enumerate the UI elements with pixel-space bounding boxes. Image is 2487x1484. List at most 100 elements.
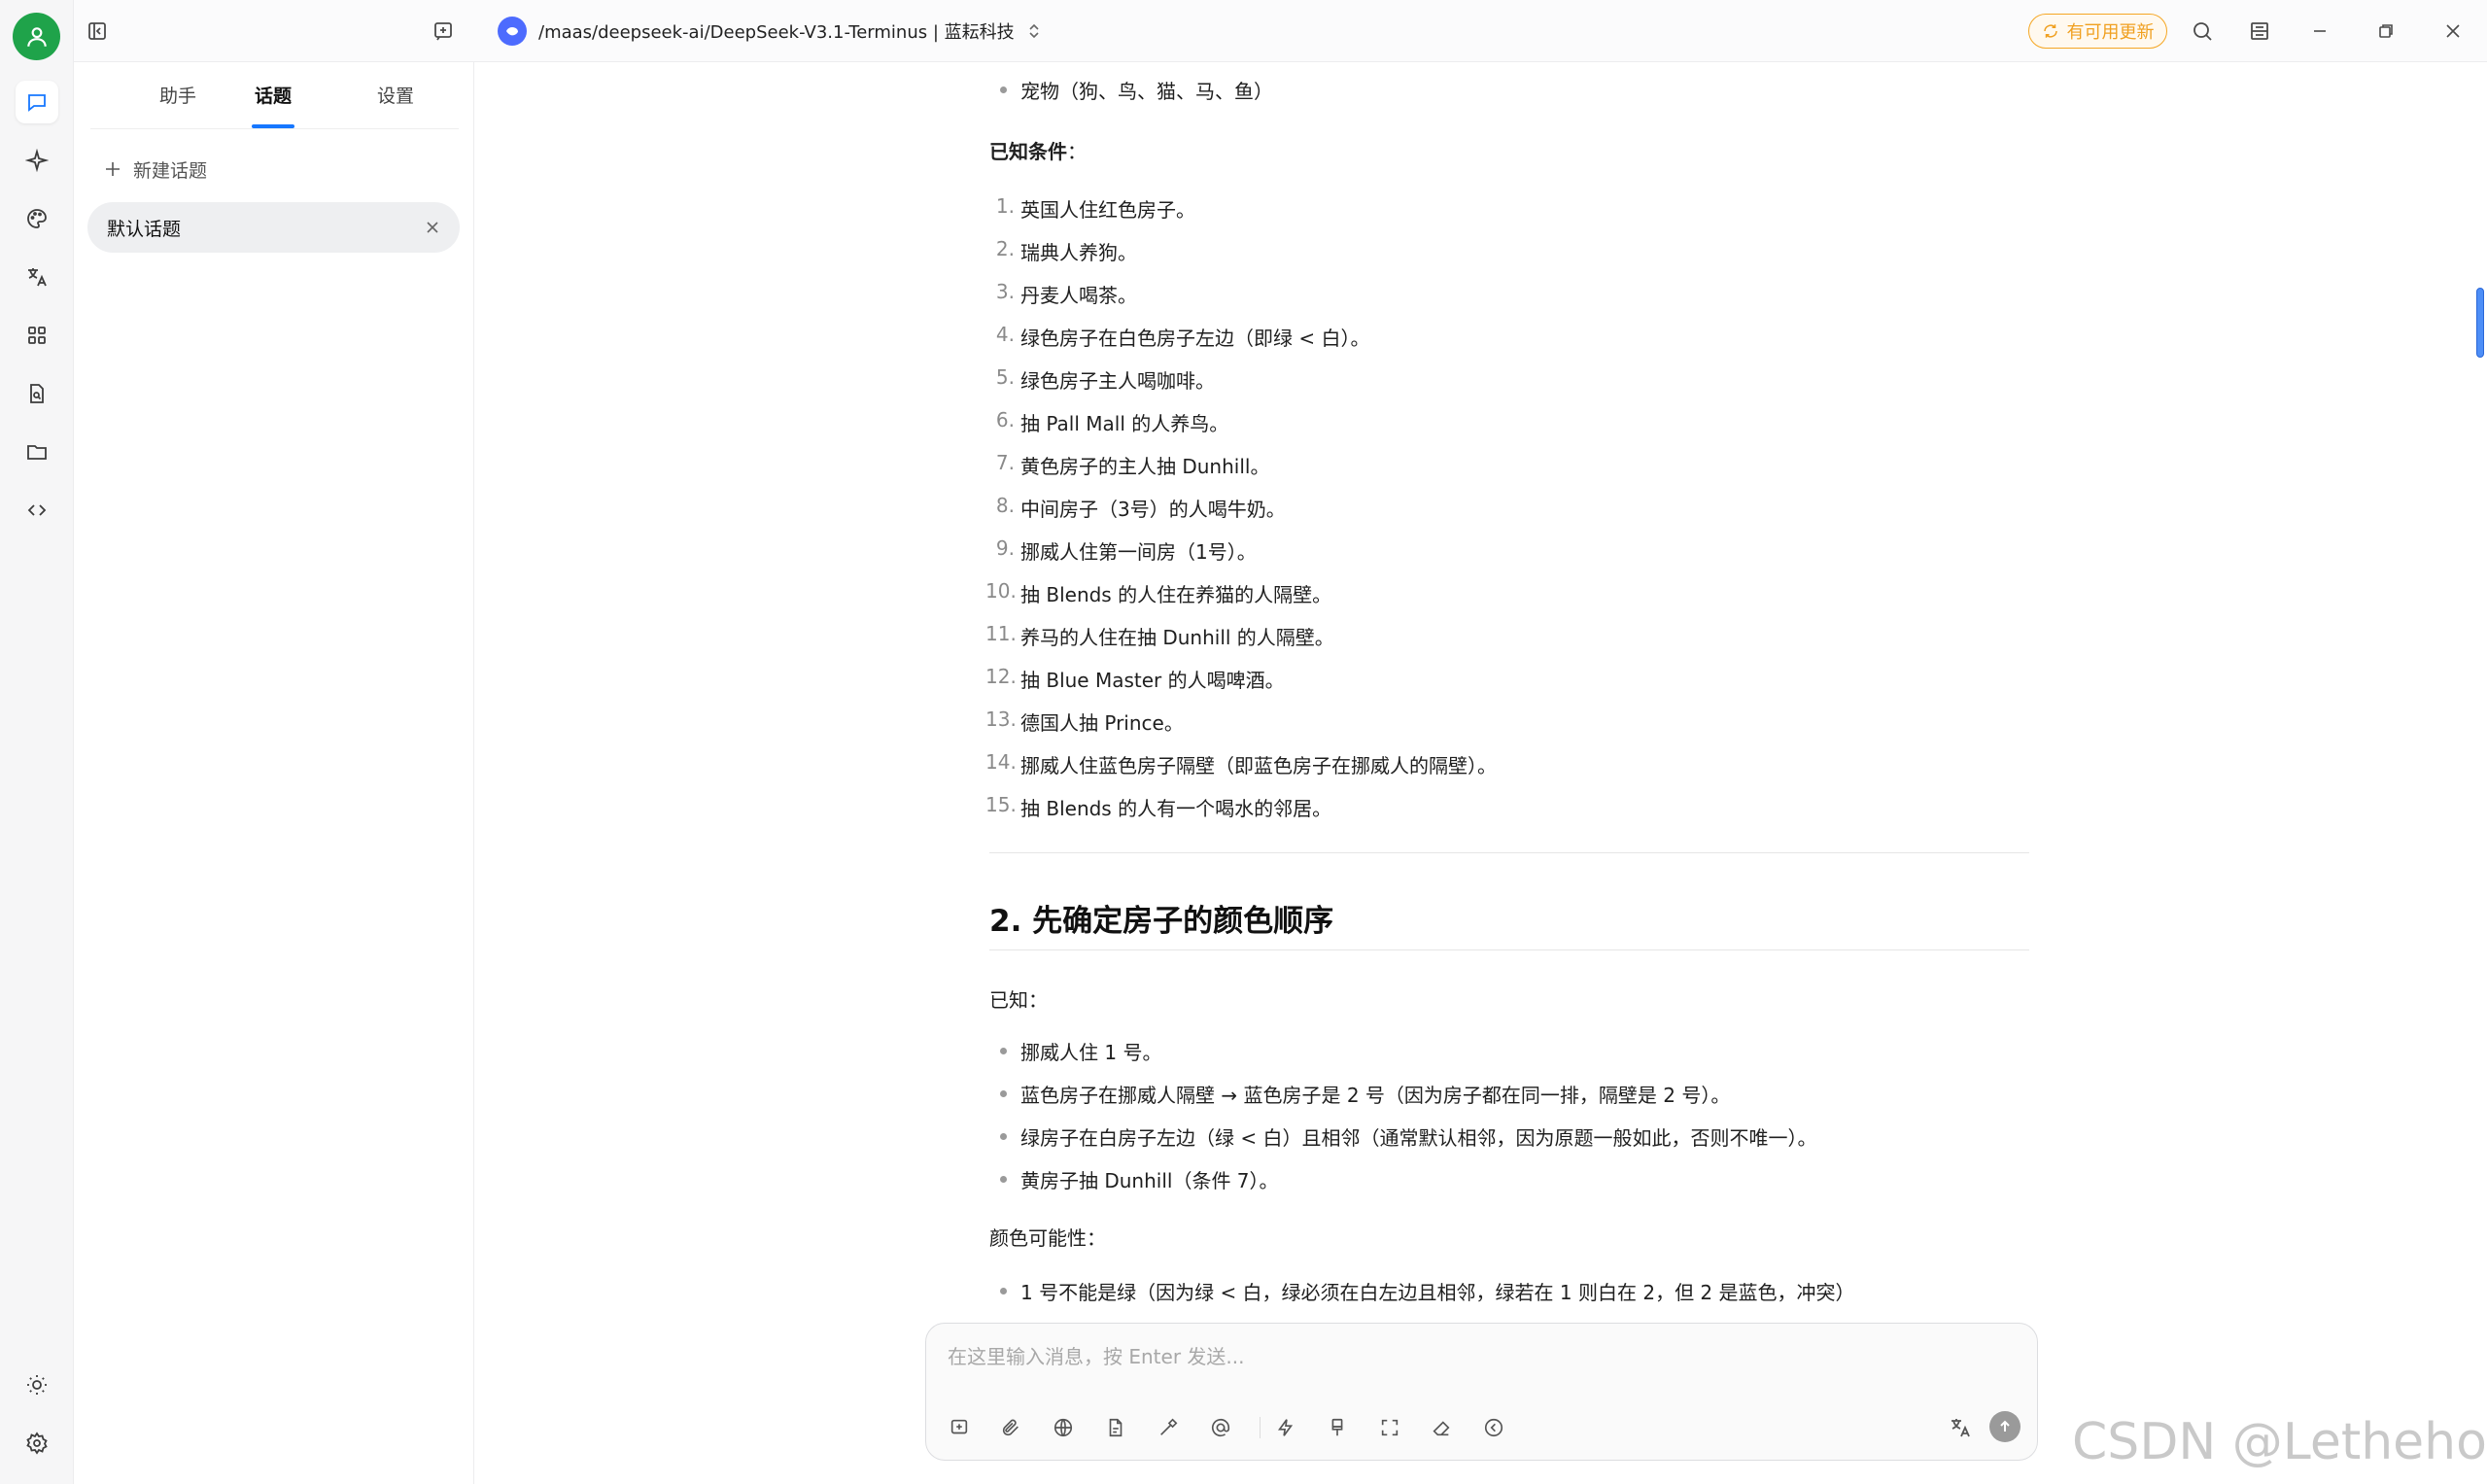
toolbar-separator (1260, 1417, 1261, 1438)
globe-icon[interactable] (1047, 1411, 1080, 1444)
section-heading: 2. 先确定房子的颜色顺序 (989, 904, 1334, 939)
sparkle-icon[interactable] (16, 139, 58, 182)
close-icon[interactable] (425, 220, 440, 235)
bullet-dot (1000, 1090, 1007, 1097)
refresh-icon (2043, 24, 2057, 38)
restore-icon[interactable] (2368, 14, 2403, 49)
chat-icon[interactable] (16, 81, 58, 123)
model-path: /maas/deepseek-ai/DeepSeek-V3.1-Terminus… (538, 22, 1015, 43)
bullet-dot (1000, 1176, 1007, 1183)
update-available-button[interactable]: 有可用更新 (2028, 14, 2167, 49)
list-item: 丹麦人喝茶。 (1020, 284, 1137, 307)
avatar[interactable] (13, 13, 60, 60)
translate-icon[interactable] (16, 256, 58, 298)
chevron-left-circle-icon[interactable] (1477, 1411, 1510, 1444)
attachment-icon[interactable] (994, 1411, 1027, 1444)
send-icon (2000, 1420, 2010, 1432)
close-icon[interactable] (2435, 14, 2470, 49)
list-item: 绿色房子主人喝咖啡。 (1020, 369, 1215, 393)
known-heading-text: 已知条件 (989, 140, 1067, 163)
message-input[interactable] (948, 1341, 2017, 1372)
list-item-number: 9. (995, 536, 1015, 560)
translate-icon[interactable] (1944, 1411, 1977, 1444)
list-item: 挪威人住 1 号。 (1020, 1041, 1162, 1064)
new-topic-label: 新建话题 (133, 159, 208, 182)
bullet-dot (1000, 1133, 1007, 1140)
palette-icon[interactable] (16, 197, 58, 240)
deepseek-logo-icon (498, 17, 527, 46)
model-selector[interactable]: /maas/deepseek-ai/DeepSeek-V3.1-Terminus… (498, 16, 1042, 47)
list-item-number: 15. (985, 793, 1017, 816)
tab-assistant[interactable]: 助手 (129, 82, 226, 108)
bullet-dot (1000, 1288, 1007, 1294)
heading-rule (989, 949, 2029, 950)
hammer-icon[interactable] (1152, 1411, 1185, 1444)
list-item: 抽 Pall Mall 的人养鸟。 (1020, 412, 1229, 435)
list-item: 黄房子抽 Dunhill（条件 7）。 (1020, 1169, 1279, 1192)
list-item: 挪威人住第一间房（1号）。 (1020, 540, 1257, 564)
folder-icon[interactable] (16, 431, 58, 473)
list-item-number: 13. (985, 707, 1017, 731)
list-item: 1 号不能是绿（因为绿 < 白，绿必须在白左边且相邻，绿若在 1 则白在 2，但… (1020, 1281, 1855, 1304)
file-search-icon[interactable] (16, 372, 58, 415)
brush-icon[interactable] (1321, 1411, 1354, 1444)
tab-topics[interactable]: 话题 (225, 82, 322, 108)
list-item: 抽 Blends 的人有一个喝水的邻居。 (1020, 797, 1332, 820)
tab-settings[interactable]: 设置 (347, 82, 444, 108)
send-button[interactable] (1989, 1411, 2021, 1442)
new-topic-button[interactable]: 新建话题 (104, 150, 207, 189)
list-item-number: 7. (995, 451, 1015, 474)
list-item-number: 5. (995, 365, 1015, 389)
search-icon[interactable] (2185, 14, 2220, 49)
fullscreen-icon[interactable] (1373, 1411, 1406, 1444)
list-item: 黄色房子的主人抽 Dunhill。 (1020, 455, 1270, 478)
message-content: 宠物（狗、鸟、猫、马、鱼） 已知条件： 2. 先确定房子的颜色顺序 已知： 颜色… (985, 0, 2029, 1322)
list-item: 中间房子（3号）的人喝牛奶。 (1020, 498, 1286, 521)
scrollbar-thumb[interactable] (2476, 288, 2484, 358)
list-item: 绿色房子在白色房子左边（即绿 < 白）。 (1020, 327, 1370, 350)
list-item-number: 8. (995, 494, 1015, 517)
at-icon[interactable] (1204, 1411, 1237, 1444)
sidebar-toggle-icon[interactable] (80, 14, 115, 49)
known-colon: ： (1067, 140, 1087, 163)
plus-icon (106, 162, 120, 176)
icon-rail (0, 0, 74, 1484)
divider (989, 852, 2029, 853)
list-item: 绿房子在白房子左边（绿 < 白）且相邻（通常默认相邻，因为原题一般如此，否则不唯… (1020, 1126, 1817, 1150)
list-item: 瑞典人养狗。 (1020, 241, 1137, 264)
message-input-box (925, 1323, 2038, 1461)
list-item-number: 2. (995, 237, 1015, 260)
topic-label: 默认话题 (107, 218, 182, 240)
list-item: 英国人住红色房子。 (1020, 198, 1195, 222)
code-icon[interactable] (16, 489, 58, 532)
minimize-icon[interactable] (2302, 14, 2337, 49)
bullet-dot (1000, 1048, 1007, 1054)
list-item: 养马的人住在抽 Dunhill 的人隔壁。 (1020, 626, 1334, 649)
known2-label: 已知： (989, 988, 1048, 1012)
topic-item[interactable]: 默认话题 (87, 202, 460, 253)
layout-icon[interactable] (2242, 14, 2277, 49)
settings-icon[interactable] (16, 1422, 58, 1465)
list-item-number: 6. (995, 408, 1015, 431)
list-item-number: 11. (985, 622, 1017, 645)
known-conditions-heading: 已知条件： (989, 136, 1087, 164)
list-item: 抽 Blue Master 的人喝啤酒。 (1020, 669, 1285, 692)
apps-icon[interactable] (16, 314, 58, 357)
lightning-icon[interactable] (1269, 1411, 1302, 1444)
list-item: 蓝色房子在挪威人隔壁 → 蓝色房子是 2 号（因为房子都在同一排，隔壁是 2 号… (1020, 1084, 1731, 1107)
new-topic-icon[interactable] (943, 1411, 976, 1444)
divider (90, 128, 459, 129)
eraser-icon[interactable] (1425, 1411, 1458, 1444)
list-item-number: 3. (995, 280, 1015, 303)
list-item: 挪威人住蓝色房子隔壁（即蓝色房子在挪威人的隔壁）。 (1020, 754, 1497, 777)
list-item: 德国人抽 Prince。 (1020, 711, 1184, 735)
list-item: 抽 Blends 的人住在养猫的人隔壁。 (1020, 583, 1332, 606)
list-item-number: 14. (985, 750, 1017, 774)
document-icon[interactable] (1099, 1411, 1132, 1444)
topics-panel: 助手 话题 设置 新建话题 默认话题 (75, 62, 474, 1484)
list-item-number: 12. (985, 665, 1017, 688)
list-item-number: 10. (985, 579, 1017, 603)
update-label: 有可用更新 (2066, 22, 2155, 43)
new-topic-icon[interactable] (426, 14, 461, 49)
sun-icon[interactable] (16, 1363, 58, 1406)
